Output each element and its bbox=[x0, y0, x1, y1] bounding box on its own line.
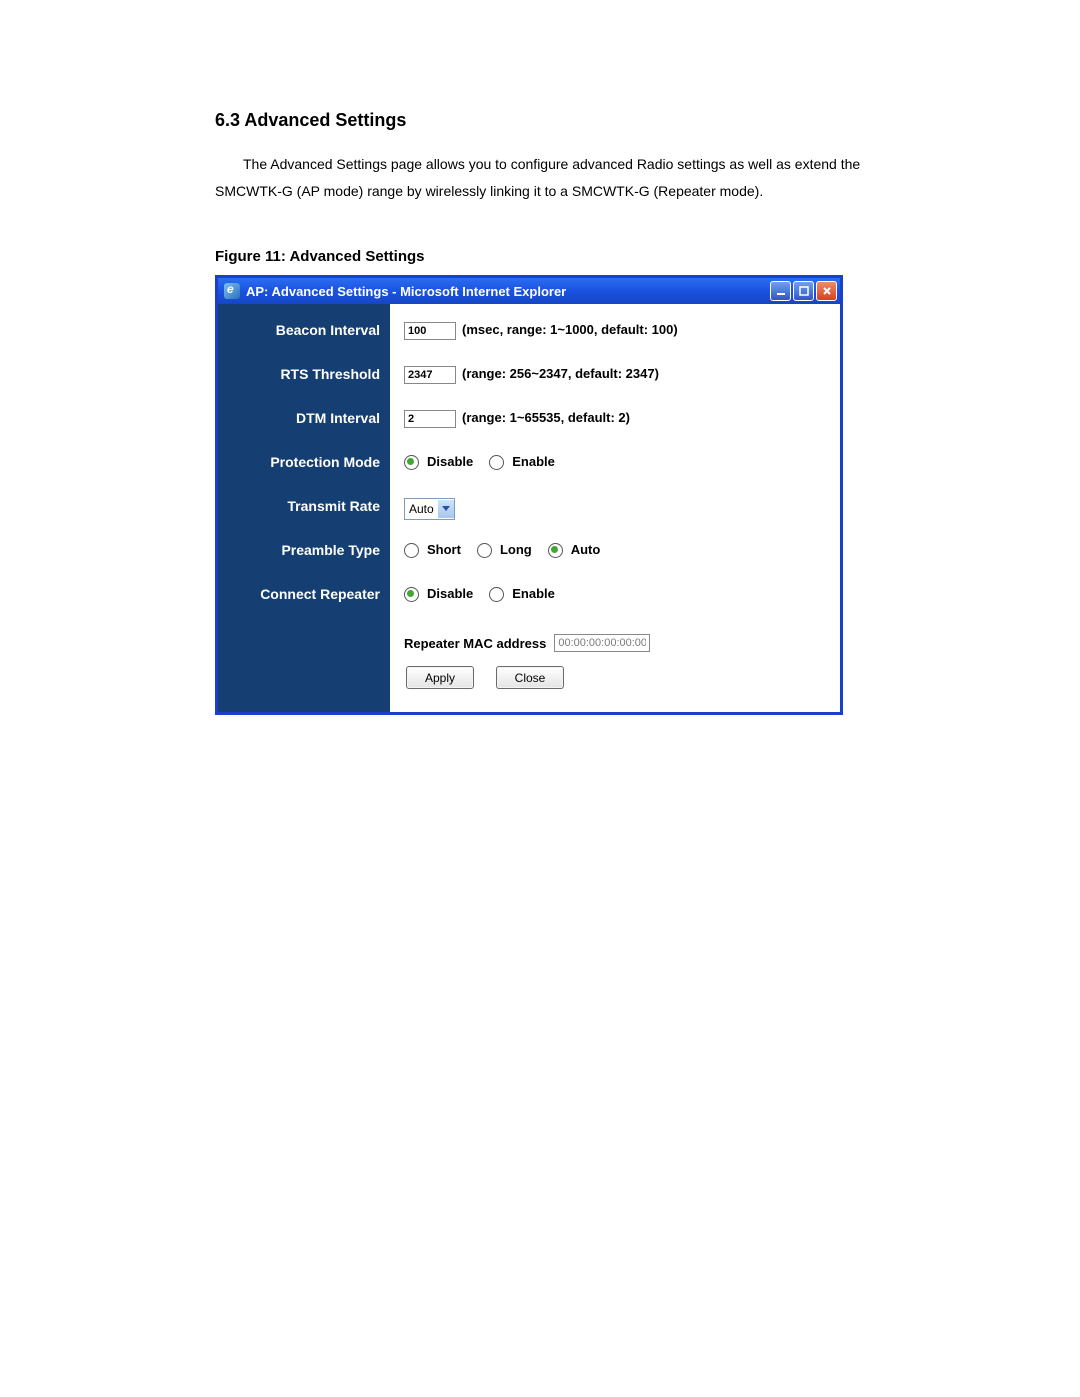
label-protection: Protection Mode bbox=[218, 454, 390, 498]
close-form-button[interactable]: Close bbox=[496, 666, 564, 689]
section-heading: 6.3 Advanced Settings bbox=[215, 110, 880, 131]
figure-caption: Figure 11: Advanced Settings bbox=[215, 248, 880, 265]
preamble-short-label: Short bbox=[427, 542, 461, 557]
label-rts: RTS Threshold bbox=[218, 366, 390, 410]
beacon-input[interactable] bbox=[404, 322, 456, 340]
minimize-button[interactable] bbox=[770, 281, 791, 301]
intro-paragraph: The Advanced Settings page allows you to… bbox=[215, 151, 880, 204]
repeater-disable-label: Disable bbox=[427, 586, 473, 601]
dtm-hint: (range: 1~65535, default: 2) bbox=[462, 410, 630, 425]
chevron-down-icon bbox=[438, 500, 454, 518]
preamble-short-radio[interactable] bbox=[404, 543, 419, 558]
preamble-long-label: Long bbox=[500, 542, 532, 557]
protection-enable-radio[interactable] bbox=[489, 455, 504, 470]
titlebar[interactable]: AP: Advanced Settings - Microsoft Intern… bbox=[218, 278, 840, 304]
close-button[interactable] bbox=[816, 281, 837, 301]
txrate-value: Auto bbox=[409, 502, 434, 516]
rts-input[interactable] bbox=[404, 366, 456, 384]
repeater-disable-radio[interactable] bbox=[404, 587, 419, 602]
ie-window: AP: Advanced Settings - Microsoft Intern… bbox=[215, 275, 843, 715]
maximize-button[interactable] bbox=[793, 281, 814, 301]
txrate-select[interactable]: Auto bbox=[404, 498, 455, 520]
labels-column: Beacon Interval RTS Threshold DTM Interv… bbox=[218, 304, 390, 712]
label-repeater: Connect Repeater bbox=[218, 586, 390, 630]
label-txrate: Transmit Rate bbox=[218, 498, 390, 542]
protection-disable-label: Disable bbox=[427, 454, 473, 469]
label-dtm: DTM Interval bbox=[218, 410, 390, 454]
rts-hint: (range: 256~2347, default: 2347) bbox=[462, 366, 659, 381]
repeater-enable-label: Enable bbox=[512, 586, 555, 601]
preamble-auto-radio[interactable] bbox=[548, 543, 563, 558]
repeater-mac-label: Repeater MAC address bbox=[404, 636, 546, 651]
label-beacon: Beacon Interval bbox=[218, 322, 390, 366]
label-preamble: Preamble Type bbox=[218, 542, 390, 586]
preamble-long-radio[interactable] bbox=[477, 543, 492, 558]
ie-icon bbox=[224, 283, 240, 299]
repeater-mac-input[interactable] bbox=[554, 634, 650, 652]
controls-column: (msec, range: 1~1000, default: 100) (ran… bbox=[390, 304, 840, 712]
window-title: AP: Advanced Settings - Microsoft Intern… bbox=[246, 284, 566, 299]
protection-disable-radio[interactable] bbox=[404, 455, 419, 470]
caption-buttons bbox=[770, 281, 837, 301]
preamble-auto-label: Auto bbox=[571, 542, 601, 557]
protection-enable-label: Enable bbox=[512, 454, 555, 469]
dtm-input[interactable] bbox=[404, 410, 456, 428]
beacon-hint: (msec, range: 1~1000, default: 100) bbox=[462, 322, 678, 337]
repeater-enable-radio[interactable] bbox=[489, 587, 504, 602]
apply-button[interactable]: Apply bbox=[406, 666, 474, 689]
